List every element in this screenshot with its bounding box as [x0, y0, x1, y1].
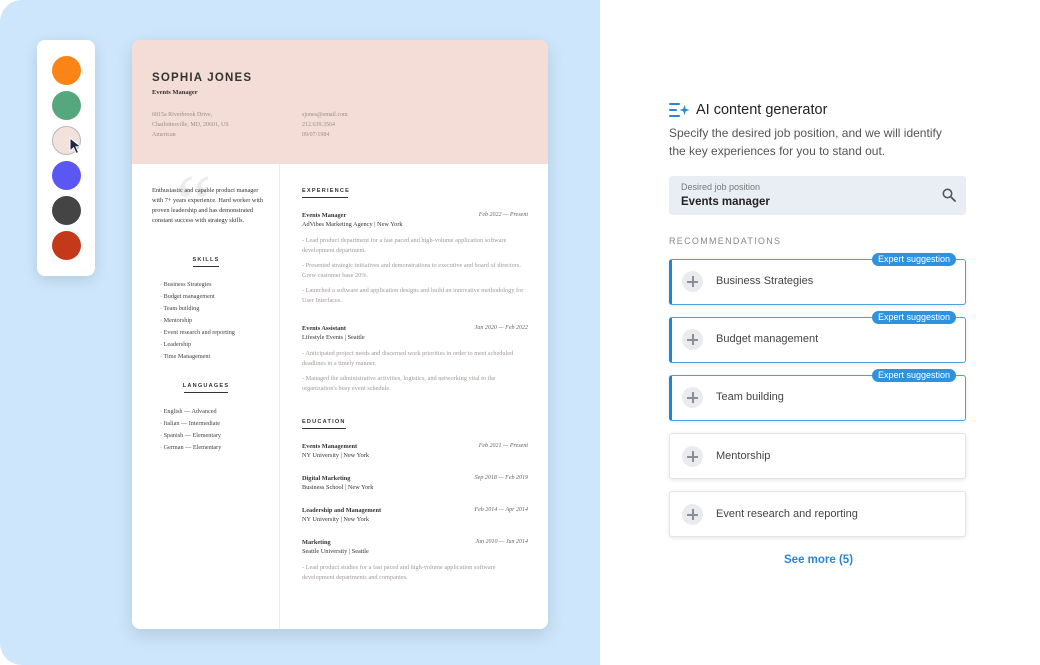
education-entry: Leadership and Management Feb 2014 — Apr… — [302, 507, 528, 523]
add-plus-icon[interactable] — [682, 329, 703, 350]
languages-list: English — Advanced Italian — Intermediat… — [160, 406, 222, 454]
expert-suggestion-badge: Expert suggestion — [871, 369, 956, 382]
color-swatch-red[interactable] — [52, 231, 81, 260]
expert-suggestion-badge: Expert suggestion — [871, 311, 956, 324]
skill-item: Mentorship — [160, 315, 235, 327]
add-plus-icon[interactable] — [682, 387, 703, 408]
language-item: Italian — Intermediate — [160, 418, 221, 430]
recommendation-mentorship[interactable]: Mentorship — [669, 433, 966, 479]
experience-heading: EXPERIENCE — [302, 188, 350, 198]
resume-preview[interactable]: SOPHIA JONES Events Manager 6815a Riverb… — [132, 40, 548, 629]
recommendation-event-research[interactable]: Event research and reporting — [669, 491, 966, 537]
search-icon[interactable] — [942, 188, 956, 202]
skill-item: Leadership — [160, 339, 235, 351]
ai-content-panel: AI content generator Specify the desired… — [600, 0, 1040, 665]
recommendation-budget-management[interactable]: Expert suggestion Budget management — [669, 311, 966, 363]
add-plus-icon[interactable] — [682, 446, 703, 467]
preview-panel: SOPHIA JONES Events Manager 6815a Riverb… — [0, 0, 600, 665]
job-position-search-field[interactable]: Desired job position Events manager — [669, 176, 966, 215]
mouse-cursor-icon — [69, 137, 83, 155]
resume-address: 6815a Riverbrook Drive, Charlottesville,… — [152, 112, 229, 138]
skill-item: Business Strategies — [160, 279, 235, 291]
recommendations-heading: RECOMMENDATIONS — [669, 236, 782, 246]
see-more-link[interactable]: See more (5) — [784, 554, 853, 566]
skill-item: Event research and reporting — [160, 327, 235, 339]
skill-item: Budget management — [160, 291, 235, 303]
recommendation-label: Business Strategies — [716, 275, 814, 287]
education-heading: EDUCATION — [302, 419, 346, 429]
skills-list: Business Strategies Budget management Te… — [160, 279, 235, 363]
recommendation-business-strategies[interactable]: Expert suggestion Business Strategies — [669, 253, 966, 305]
language-item: German — Elementary — [160, 442, 222, 454]
color-swatch-indigo[interactable] — [52, 161, 81, 190]
color-palette — [37, 40, 95, 276]
resume-left-column: “ Enthusiastic and capable product manag… — [132, 164, 280, 629]
color-swatch-orange[interactable] — [52, 56, 81, 85]
resume-contact: sjones@email.com 212.639.3564 09/07/1984 — [302, 112, 348, 138]
experience-entry: Events Assistant Jan 2020 — Feb 2022 Lif… — [302, 325, 528, 392]
ai-generator-description: Specify the desired job position, and we… — [669, 126, 942, 158]
resume-header: SOPHIA JONES Events Manager 6815a Riverb… — [132, 40, 548, 164]
add-plus-icon[interactable] — [682, 271, 703, 292]
ai-generator-title: AI content generator — [696, 102, 828, 118]
search-field-value[interactable]: Events manager — [681, 196, 770, 208]
color-swatch-charcoal[interactable] — [52, 196, 81, 225]
recommendation-label: Event research and reporting — [716, 508, 858, 520]
recommendation-label: Team building — [716, 391, 784, 403]
education-entry: Events Management Feb 2021 — Present NY … — [302, 443, 528, 459]
language-item: English — Advanced — [160, 406, 221, 418]
skill-item: Team building — [160, 303, 235, 315]
recommendation-label: Budget management — [716, 333, 819, 345]
skill-item: Time Management — [160, 351, 235, 363]
ai-sparkle-icon — [669, 103, 690, 117]
expert-suggestion-badge: Expert suggestion — [871, 253, 956, 266]
search-field-label: Desired job position — [681, 182, 761, 192]
color-swatch-green[interactable] — [52, 91, 81, 120]
resume-role: Events Manager — [152, 89, 198, 96]
education-entry: Marketing Jan 2010 — Jun 2014 Seattle Un… — [302, 539, 528, 581]
experience-entry: Events Manager Feb 2022 — Present AdVibe… — [302, 212, 528, 304]
language-item: Spanish — Elementary — [160, 430, 221, 442]
resume-summary: Enthusiastic and capable product manager… — [152, 187, 264, 224]
resume-name: SOPHIA JONES — [152, 72, 253, 84]
recommendation-label: Mentorship — [716, 450, 771, 462]
recommendation-team-building[interactable]: Expert suggestion Team building — [669, 369, 966, 421]
languages-heading: LANGUAGES — [132, 383, 280, 393]
add-plus-icon[interactable] — [682, 504, 703, 525]
education-entry: Digital Marketing Sep 2018 — Feb 2019 Bu… — [302, 475, 528, 491]
skills-heading: SKILLS — [132, 257, 280, 267]
